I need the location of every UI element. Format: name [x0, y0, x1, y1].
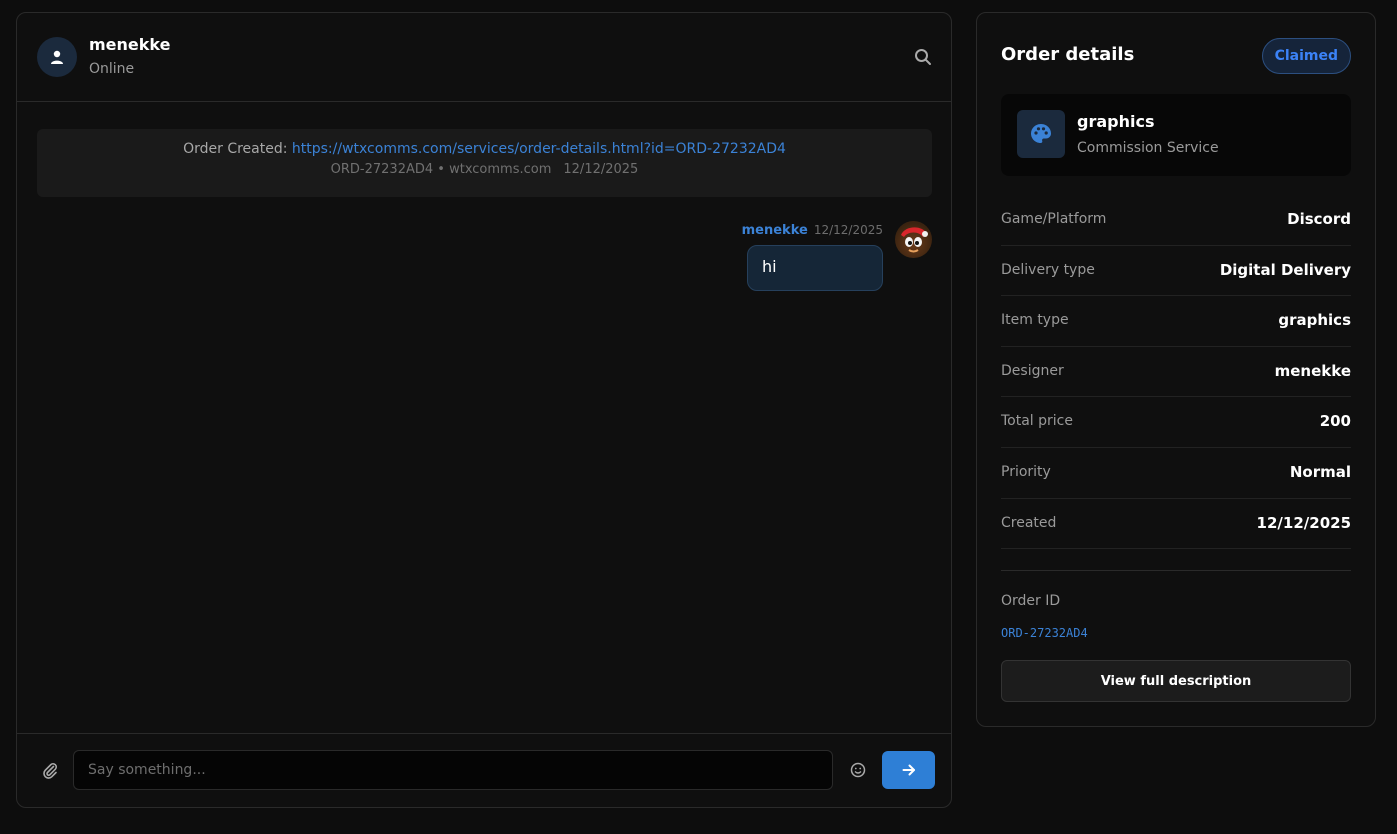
chat-panel: menekke Online Order Created: https://wt…	[16, 12, 952, 808]
order-details-panel: Order details Claimed graphics Commissio…	[976, 12, 1376, 727]
message-input[interactable]	[73, 750, 833, 790]
detail-value: 12/12/2025	[1256, 513, 1351, 532]
detail-value: graphics	[1278, 311, 1351, 330]
service-card: graphics Commission Service	[1001, 94, 1351, 176]
arrow-right-icon	[902, 764, 915, 776]
order-id-label: Order ID	[1001, 593, 1061, 609]
panel-title: Order details	[1001, 44, 1135, 65]
paperclip-icon[interactable]	[41, 761, 59, 779]
service-type: Commission Service	[1077, 140, 1219, 156]
detail-value: Normal	[1289, 462, 1351, 481]
notice-text: Order Created: https://wtxcomms.com/serv…	[37, 141, 932, 157]
detail-value: Digital Delivery	[1219, 260, 1351, 279]
detail-row-platform: Game/Platform Discord	[1001, 195, 1351, 246]
detail-label: Total price	[1001, 413, 1073, 430]
emoji-icon[interactable]	[849, 761, 867, 779]
user-icon	[37, 37, 77, 77]
order-created-notice: Order Created: https://wtxcomms.com/serv…	[37, 129, 932, 197]
notice-meta: ORD-27232AD4 • wtxcomms.com 12/12/2025	[37, 162, 932, 177]
service-name: graphics	[1077, 112, 1155, 131]
detail-label: Created	[1001, 514, 1057, 531]
detail-value: menekke	[1274, 361, 1351, 380]
contact-name: menekke	[89, 35, 171, 54]
status-badge: Claimed	[1261, 38, 1351, 74]
message-bubble: hi	[747, 245, 883, 291]
message-time: 12/12/2025	[813, 223, 883, 237]
search-icon[interactable]	[913, 47, 933, 67]
detail-row-designer: Designer menekke	[1001, 347, 1351, 398]
contact-status: Online	[89, 61, 135, 77]
order-id-value: ORD-27232AD4	[1001, 626, 1088, 640]
detail-label: Item type	[1001, 312, 1069, 329]
avatar[interactable]	[895, 221, 932, 258]
notice-date: 12/12/2025	[563, 162, 639, 177]
detail-value: Discord	[1287, 210, 1351, 228]
detail-row-price: Total price 200	[1001, 397, 1351, 448]
detail-label: Priority	[1001, 463, 1051, 480]
detail-label: Delivery type	[1001, 261, 1095, 278]
detail-label: Designer	[1001, 362, 1064, 379]
detail-row-delivery: Delivery type Digital Delivery	[1001, 246, 1351, 297]
detail-row-priority: Priority Normal	[1001, 448, 1351, 499]
detail-label: Game/Platform	[1001, 211, 1107, 227]
detail-value: 200	[1319, 412, 1351, 431]
details-list: Game/Platform Discord Delivery type Digi…	[1001, 195, 1351, 550]
send-button[interactable]	[882, 751, 935, 789]
detail-row-item-type: Item type graphics	[1001, 296, 1351, 347]
message-author[interactable]: menekke	[742, 223, 808, 238]
notice-meta-text: ORD-27232AD4 • wtxcomms.com	[330, 162, 552, 177]
divider	[1001, 570, 1351, 571]
palette-icon	[1017, 110, 1065, 158]
view-description-button[interactable]: View full description	[1001, 660, 1351, 702]
notice-prefix: Order Created:	[183, 141, 292, 157]
message-meta: menekke 12/12/2025	[742, 223, 883, 238]
detail-row-created: Created 12/12/2025	[1001, 499, 1351, 550]
chat-header: menekke Online	[17, 13, 951, 102]
composer	[17, 733, 951, 807]
order-link[interactable]: https://wtxcomms.com/services/order-deta…	[292, 141, 786, 157]
